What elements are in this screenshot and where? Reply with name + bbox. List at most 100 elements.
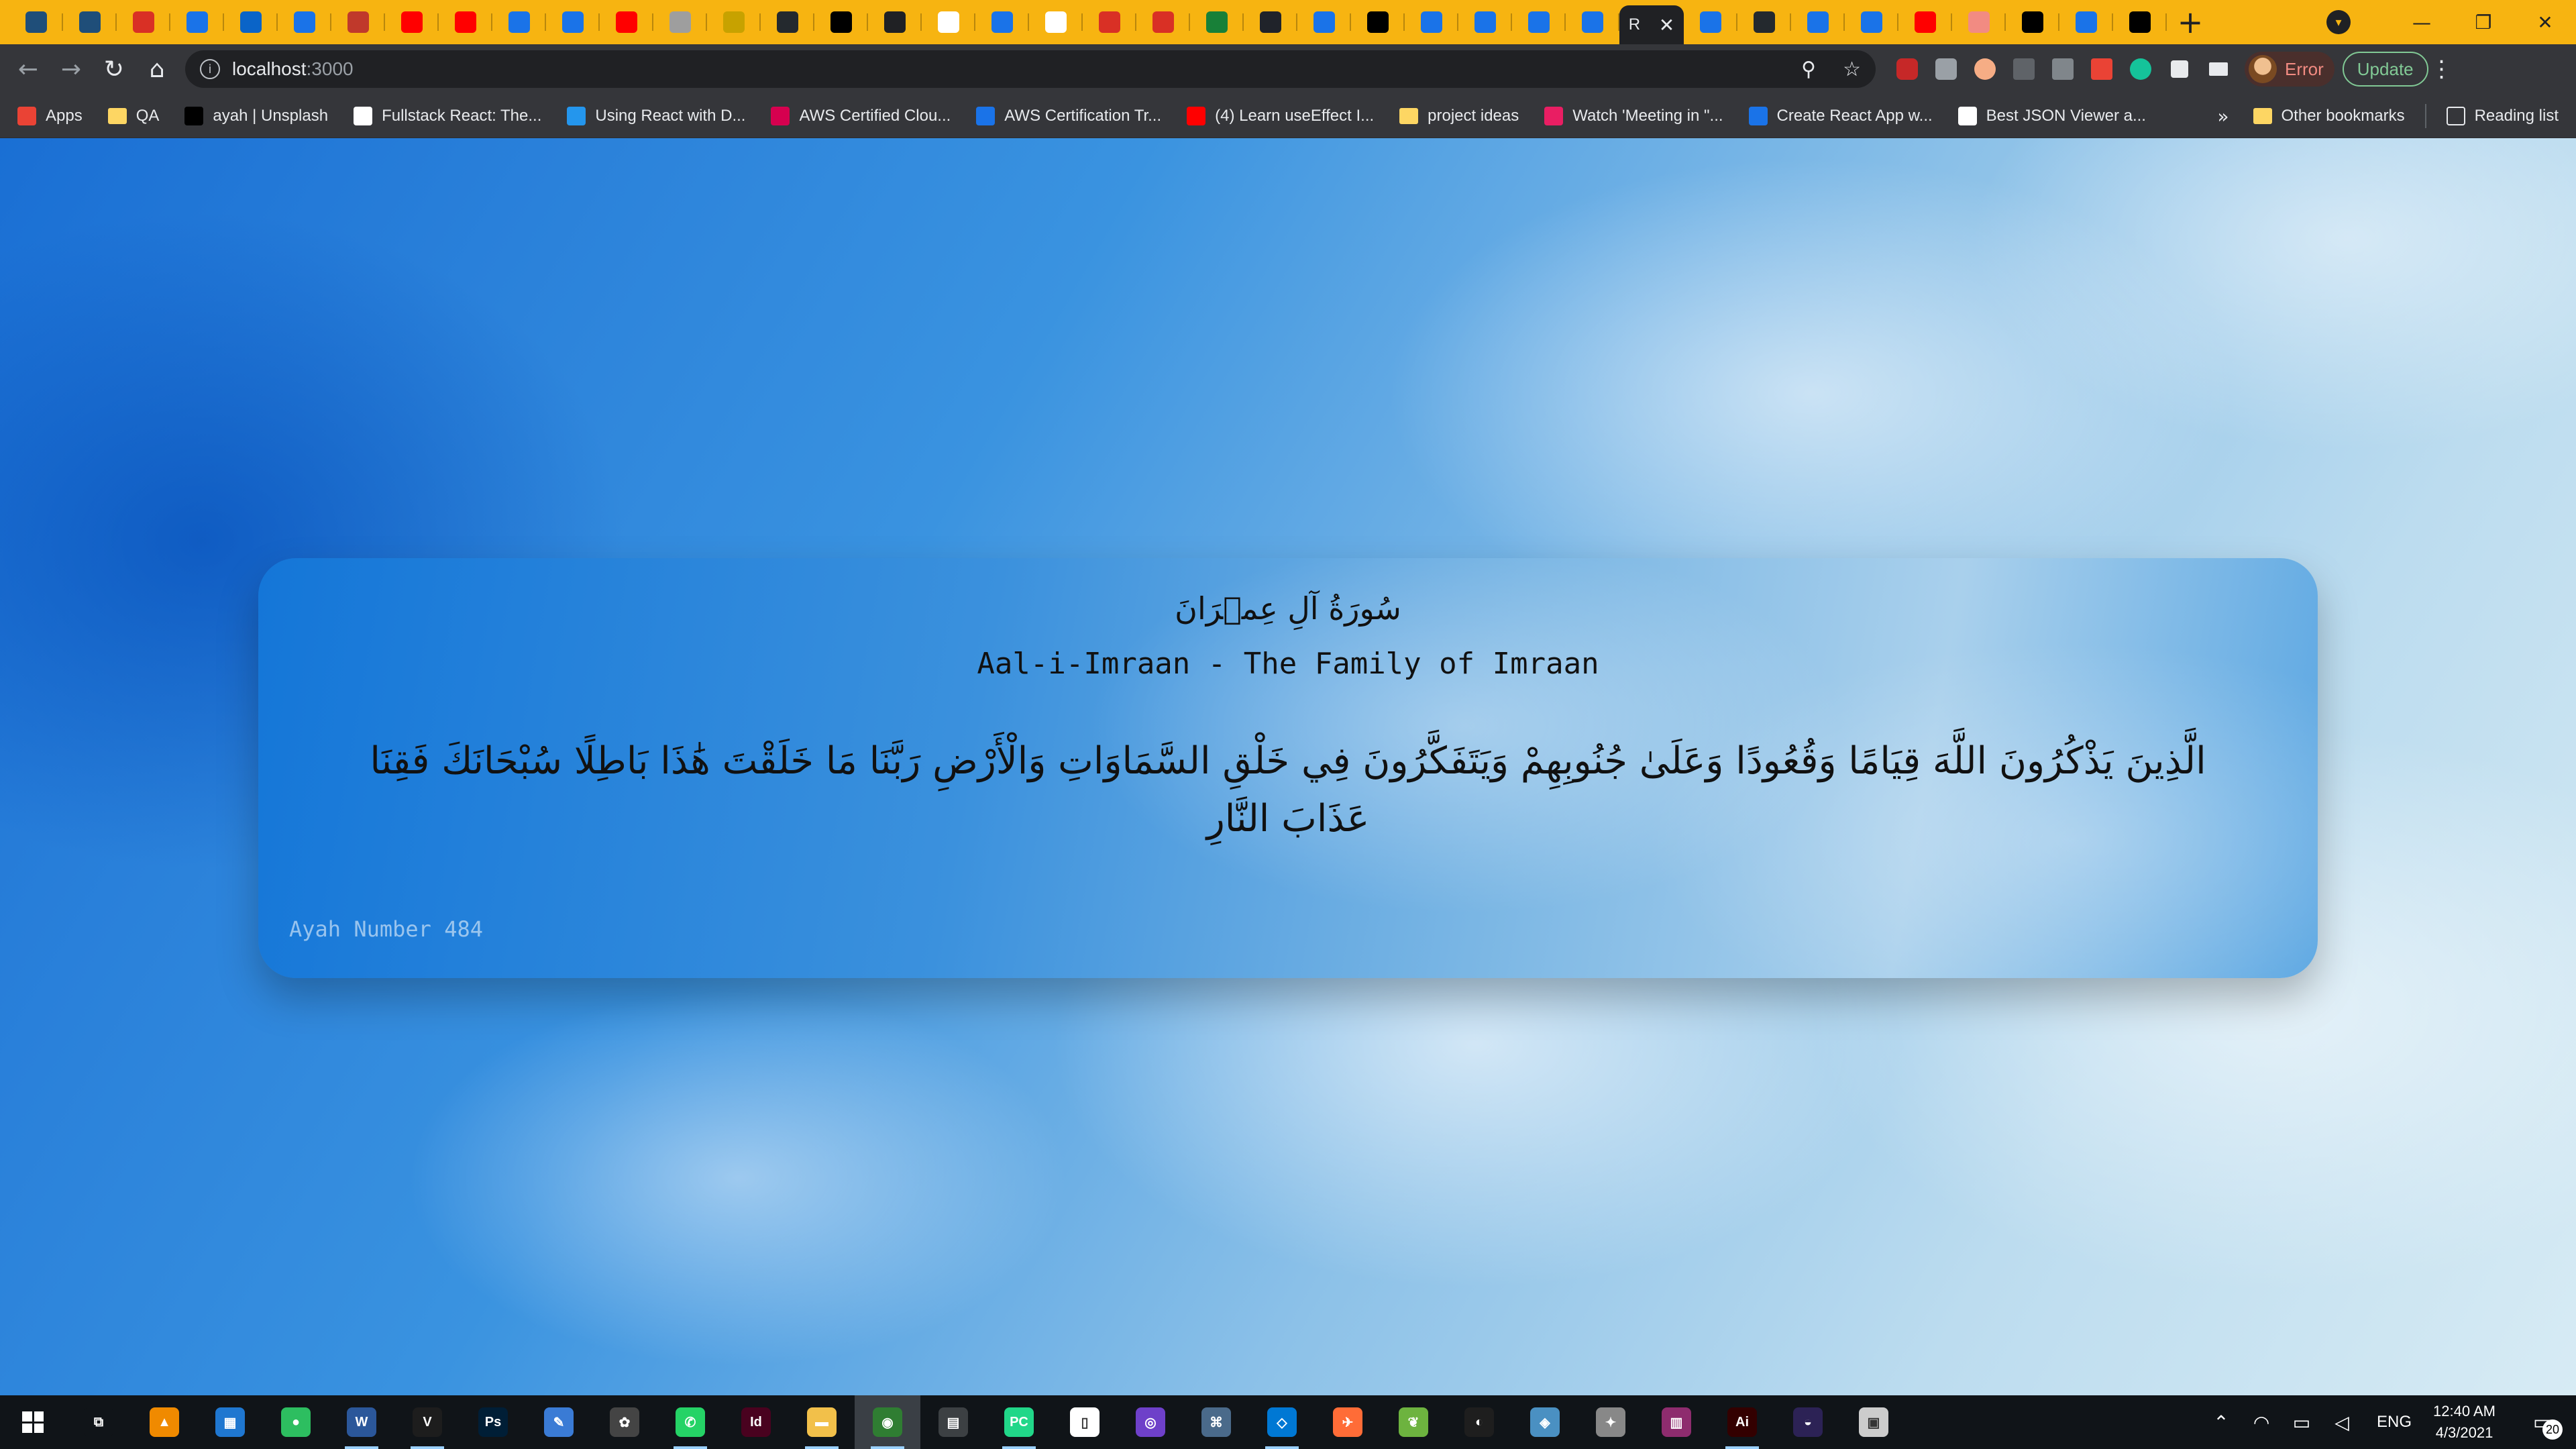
taskbar-app[interactable]: PC <box>986 1395 1052 1449</box>
browser-tab[interactable] <box>1136 0 1190 44</box>
taskbar-app[interactable]: ● <box>263 1395 329 1449</box>
close-window-button[interactable]: ✕ <box>2514 0 2576 44</box>
taskbar-app[interactable]: ◐ <box>1446 1395 1512 1449</box>
taskbar-app[interactable]: ◉ <box>855 1395 920 1449</box>
reading-list[interactable]: Reading list <box>2446 107 2559 125</box>
camera-icon[interactable] <box>1927 44 1966 94</box>
volume-icon[interactable]: ◁ <box>2322 1411 2362 1434</box>
taskbar-app[interactable]: Ai <box>1709 1395 1775 1449</box>
taskbar-app[interactable]: ⧉ <box>66 1395 131 1449</box>
minimize-button[interactable]: — <box>2391 0 2453 44</box>
browser-tab[interactable] <box>600 0 653 44</box>
tab-search-icon[interactable]: ▾ <box>2326 10 2351 34</box>
browser-tab[interactable] <box>1351 0 1405 44</box>
browser-tab[interactable] <box>170 0 224 44</box>
taskbar-app[interactable]: ✎ <box>526 1395 592 1449</box>
browser-tab[interactable] <box>814 0 868 44</box>
browser-tab[interactable] <box>1791 0 1845 44</box>
other-bookmarks[interactable]: Other bookmarks <box>2253 107 2405 125</box>
browser-tab[interactable] <box>224 0 278 44</box>
bookmark-item[interactable]: Best JSON Viewer a... <box>1957 106 2146 125</box>
gallery-icon[interactable] <box>2004 44 2043 94</box>
browser-tab[interactable] <box>492 0 546 44</box>
new-tab-button[interactable]: + <box>2167 0 2214 44</box>
language-indicator[interactable]: ENG <box>2377 1413 2412 1432</box>
browser-tab[interactable] <box>1297 0 1351 44</box>
bookmarks-overflow-icon[interactable]: » <box>2217 105 2229 127</box>
browser-tab[interactable] <box>922 0 975 44</box>
browser-tab[interactable] <box>1898 0 1952 44</box>
browser-tab[interactable] <box>761 0 814 44</box>
browser-tab[interactable] <box>439 0 492 44</box>
browser-tab[interactable] <box>1952 0 2006 44</box>
site-info-icon[interactable]: i <box>200 59 220 79</box>
browser-tab[interactable] <box>2113 0 2167 44</box>
taskbar-app[interactable]: ▣ <box>1841 1395 1907 1449</box>
taskbar-app[interactable]: ✈ <box>1315 1395 1381 1449</box>
address-bar[interactable]: i localhost:3000 ⚲ ☆ <box>185 50 1876 88</box>
bookmark-item[interactable]: AWS Certified Clou... <box>771 106 951 125</box>
browser-tab[interactable] <box>707 0 761 44</box>
restore-button[interactable]: ❐ <box>2453 0 2514 44</box>
taskbar-app[interactable]: W <box>329 1395 394 1449</box>
browser-tab[interactable] <box>117 0 170 44</box>
browser-tab[interactable] <box>278 0 331 44</box>
bookmark-item[interactable]: (4) Learn useEffect I... <box>1187 106 1374 125</box>
browser-tab[interactable] <box>1737 0 1791 44</box>
zoom-icon[interactable]: ⚲ <box>1801 58 1816 81</box>
reload-icon[interactable]: ↻ <box>93 44 136 94</box>
taskbar-app[interactable]: ▦ <box>197 1395 263 1449</box>
taskbar-app[interactable]: Ps <box>460 1395 526 1449</box>
taskbar-app[interactable]: ▯ <box>1052 1395 1118 1449</box>
bookmark-item[interactable]: ayah | Unsplash <box>184 106 328 125</box>
taskbar-app[interactable]: ◒ <box>1775 1395 1841 1449</box>
browser-tab[interactable] <box>1244 0 1297 44</box>
browser-tab[interactable] <box>1029 0 1083 44</box>
browser-tab[interactable] <box>385 0 439 44</box>
browser-tab[interactable] <box>63 0 117 44</box>
reading-mode-icon[interactable] <box>2199 44 2238 94</box>
bookmark-item[interactable]: QA <box>107 107 159 125</box>
taskbar-app[interactable]: ✿ <box>592 1395 657 1449</box>
browser-tab[interactable] <box>1083 0 1136 44</box>
hand-extension-icon[interactable] <box>1966 44 2004 94</box>
taskbar-app[interactable]: V <box>394 1395 460 1449</box>
taskbar-app[interactable]: ◇ <box>1249 1395 1315 1449</box>
start-button[interactable] <box>0 1395 66 1449</box>
taskbar-app[interactable]: ▲ <box>131 1395 197 1449</box>
menu-kebab-icon[interactable]: ⋮ <box>2428 56 2455 83</box>
browser-tab[interactable] <box>1684 0 1737 44</box>
bookmark-item[interactable]: Fullstack React: The... <box>354 106 541 125</box>
c-extension-icon[interactable] <box>2043 44 2082 94</box>
bookmark-item[interactable]: project ideas <box>1399 107 1519 125</box>
close-tab-icon[interactable]: ✕ <box>1659 14 1674 36</box>
browser-tab[interactable] <box>1190 0 1244 44</box>
browser-tab[interactable] <box>868 0 922 44</box>
browser-tab[interactable] <box>331 0 385 44</box>
taskbar-app[interactable]: ❦ <box>1381 1395 1446 1449</box>
taskbar-app[interactable]: ✆ <box>657 1395 723 1449</box>
bookmark-item[interactable]: Using React with D... <box>567 106 745 125</box>
home-icon[interactable]: ⌂ <box>136 44 178 94</box>
browser-tab[interactable] <box>9 0 63 44</box>
bookmark-item[interactable]: AWS Certification Tr... <box>976 106 1161 125</box>
browser-tab[interactable] <box>1405 0 1458 44</box>
bookmark-item[interactable]: Create React App w... <box>1748 106 1933 125</box>
taskbar-app[interactable]: ✦ <box>1578 1395 1644 1449</box>
bookmark-item[interactable]: Apps <box>17 106 83 125</box>
profile-button[interactable]: Error <box>2245 52 2334 87</box>
browser-tab[interactable] <box>975 0 1029 44</box>
update-button[interactable]: Update <box>2342 52 2428 87</box>
browser-tab[interactable] <box>653 0 707 44</box>
battery-icon[interactable]: ▭ <box>2282 1411 2322 1434</box>
browser-tab[interactable] <box>1566 0 1619 44</box>
taskbar-app[interactable]: ▥ <box>1644 1395 1709 1449</box>
forward-icon[interactable]: → <box>50 44 93 94</box>
clock[interactable]: 12:40 AM 4/3/2021 <box>2433 1401 2496 1444</box>
puzzle-icon[interactable] <box>2160 44 2199 94</box>
browser-tab[interactable] <box>1512 0 1566 44</box>
taskbar-app[interactable]: ◈ <box>1512 1395 1578 1449</box>
browser-tab[interactable] <box>2006 0 2059 44</box>
bookmark-item[interactable]: Watch 'Meeting in "... <box>1544 106 1723 125</box>
tray-chevron-icon[interactable]: ⌃ <box>2201 1411 2241 1434</box>
